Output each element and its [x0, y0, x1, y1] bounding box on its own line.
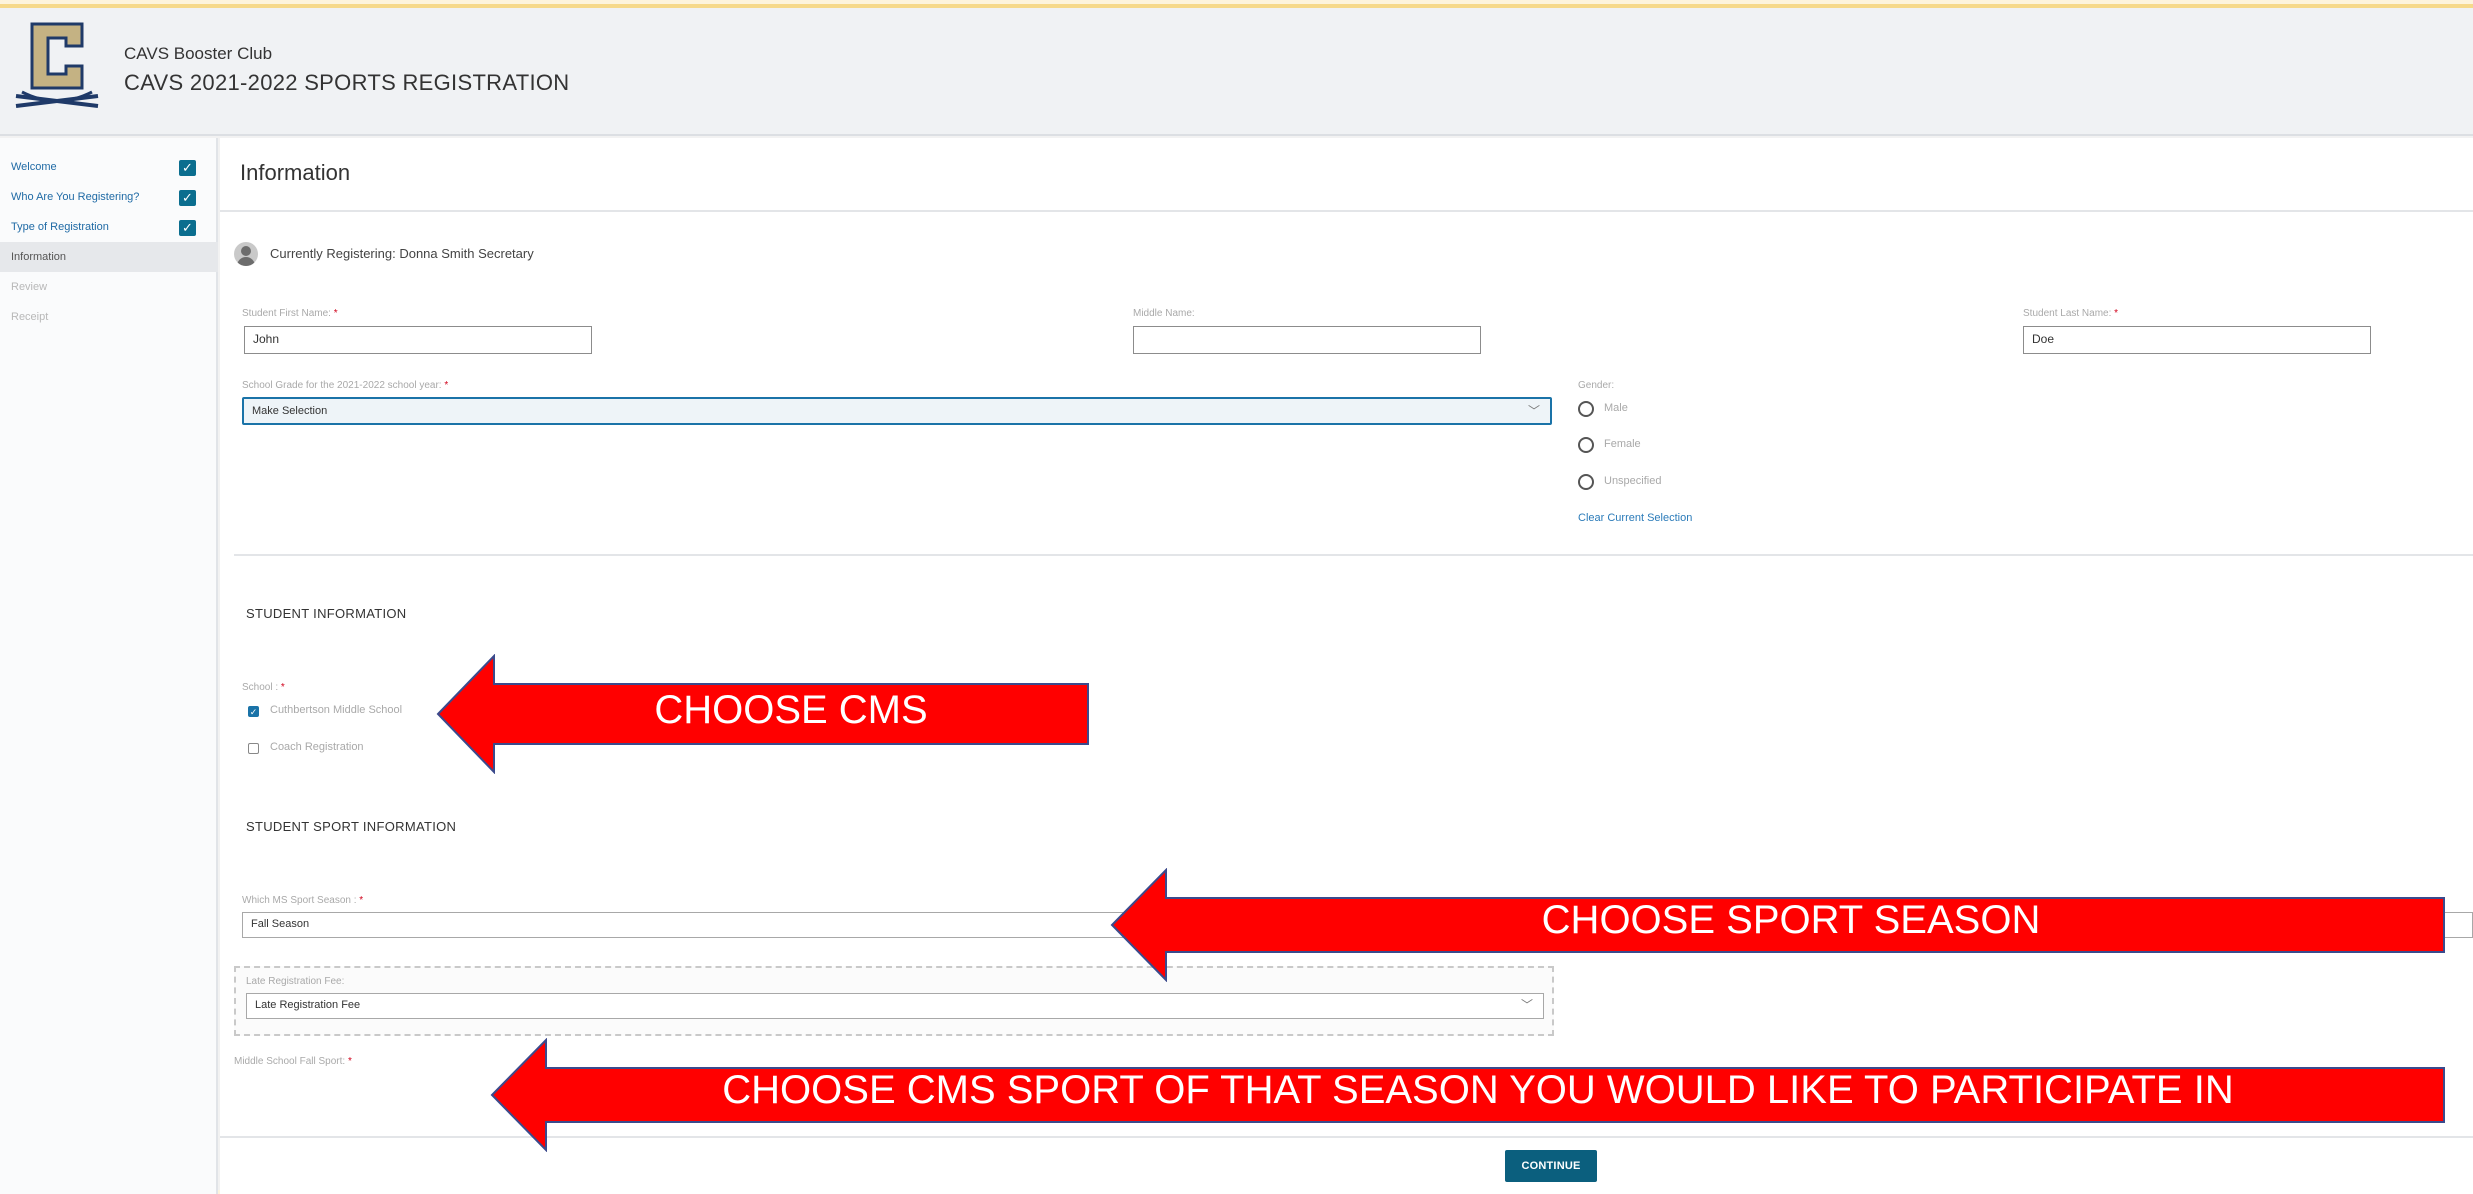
step-label: Welcome [11, 161, 57, 173]
divider [234, 554, 2473, 556]
late-fee-label: Late Registration Fee: [246, 976, 345, 987]
step-label: Information [11, 251, 67, 263]
sidebar-step-review: Review [0, 272, 218, 302]
user-icon [234, 242, 258, 266]
currently-registering: Currently Registering: Donna Smith Secre… [270, 246, 534, 261]
sidebar-step-receipt: Receipt [0, 302, 218, 332]
sport-info-heading: STUDENT SPORT INFORMATION [246, 819, 457, 834]
sidebar-step-type-of-registration[interactable]: Type of Registration ✓ [0, 212, 218, 242]
step-sidebar: Welcome ✓ Who Are You Registering? ✓ Typ… [0, 138, 218, 1194]
cavs-logo-icon [15, 22, 99, 108]
header: CAVS Booster Club CAVS 2021-2022 SPORTS … [0, 8, 2473, 136]
chevron-down-icon: ﹀ [1520, 998, 1533, 1012]
student-info-heading: STUDENT INFORMATION [246, 606, 407, 621]
grade-label: School Grade for the 2021-2022 school ye… [242, 380, 449, 391]
continue-button[interactable]: CONTINUE [1505, 1150, 1597, 1182]
divider [220, 210, 2473, 212]
app-frame: CAVS Booster Club CAVS 2021-2022 SPORTS … [0, 4, 2473, 1194]
step-label: Review [11, 281, 48, 293]
last-name-label: Student Last Name: * [2023, 308, 2119, 319]
org-name: CAVS Booster Club [124, 44, 273, 63]
radio-unchecked-icon [1578, 401, 1594, 417]
gender-label: Gender: [1578, 380, 1615, 391]
checkbox-checked-icon: ✓ [179, 190, 196, 206]
late-fee-select-value: Late Registration Fee [255, 999, 361, 1011]
grade-select[interactable]: Make Selection ﹀ [242, 397, 1552, 425]
season-label: Which MS Sport Season : * [242, 895, 364, 906]
grade-select-value: Make Selection [252, 405, 328, 417]
sidebar-step-who-registering[interactable]: Who Are You Registering? ✓ [0, 182, 218, 212]
annotation-choose-cms: CHOOSE CMS [654, 688, 928, 732]
clear-selection-link[interactable]: Clear Current Selection [1578, 512, 1692, 524]
fall-sport-label: Middle School Fall Sport: * [234, 1056, 352, 1067]
step-label: Who Are You Registering? [11, 191, 140, 203]
school-checkbox-cms[interactable]: ✓ [248, 706, 259, 717]
annotation-choose-sport: CHOOSE CMS SPORT OF THAT SEASON YOU WOUL… [722, 1068, 2234, 1112]
first-name-label: Student First Name: * [242, 308, 338, 319]
middle-name-input[interactable] [1133, 326, 1481, 354]
radio-unchecked-icon [1578, 437, 1594, 453]
last-name-input[interactable]: Doe [2023, 326, 2371, 354]
page-title: Information [240, 160, 351, 185]
middle-name-label: Middle Name: [1133, 308, 1195, 319]
late-fee-select[interactable]: Late Registration Fee ﹀ [246, 993, 1544, 1019]
radio-unchecked-icon [1578, 474, 1594, 490]
chevron-down-icon: ﹀ [1527, 404, 1540, 418]
school-option-coach: Coach Registration [270, 741, 364, 753]
annotation-choose-season: CHOOSE SPORT SEASON [1541, 898, 2041, 942]
step-label: Receipt [11, 311, 49, 323]
step-label: Type of Registration [11, 221, 109, 233]
school-label: School : * [242, 682, 285, 693]
checkbox-checked-icon: ✓ [179, 220, 196, 236]
school-checkbox-coach[interactable] [248, 743, 259, 754]
event-title: CAVS 2021-2022 SPORTS REGISTRATION [124, 70, 570, 95]
checkbox-checked-icon: ✓ [179, 160, 196, 176]
sidebar-step-information[interactable]: Information [0, 242, 218, 272]
first-name-input[interactable]: John [244, 326, 592, 354]
school-option-cms: Cuthbertson Middle School [270, 704, 403, 716]
sidebar-step-welcome[interactable]: Welcome ✓ [0, 152, 218, 182]
